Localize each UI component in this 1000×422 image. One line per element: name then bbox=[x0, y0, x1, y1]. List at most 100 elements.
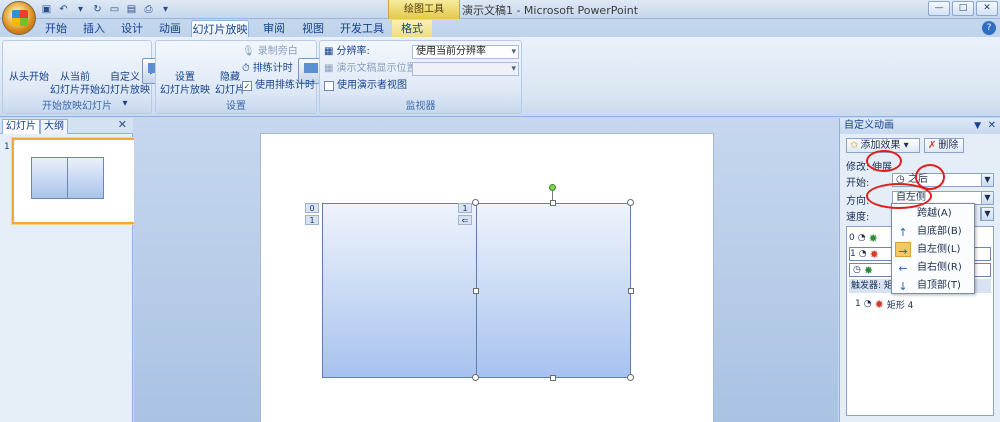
rotation-handle[interactable] bbox=[549, 184, 556, 191]
show-on-select[interactable] bbox=[412, 62, 519, 76]
chevron-down-icon: ▼ bbox=[981, 208, 993, 220]
rectangle-right[interactable] bbox=[476, 203, 631, 378]
menu-item-label: 自顶部(T) bbox=[917, 280, 961, 291]
use-timings-label: 使用排练计时 bbox=[255, 80, 315, 91]
star-icon: ✩ bbox=[850, 140, 859, 151]
slides-panel-tabs: 幻灯片 大纲 ✕ bbox=[0, 118, 133, 134]
maximize-icon[interactable]: □ bbox=[952, 1, 974, 16]
menu-item-label: 自右侧(R) bbox=[917, 262, 962, 273]
show-on-label: 演示文稿显示位置: bbox=[336, 63, 420, 74]
speed-label: 速度: bbox=[846, 212, 870, 223]
speed-select[interactable]: ▼ bbox=[980, 207, 994, 221]
tab-animations[interactable]: 动画 bbox=[154, 20, 186, 37]
menu-item-from-left[interactable]: → 自左侧(L) bbox=[892, 241, 974, 258]
menu-item-label: 自底部(B) bbox=[917, 226, 962, 237]
handle-bottom-left[interactable] bbox=[472, 374, 479, 381]
mouse-icon: ◔ bbox=[858, 249, 867, 259]
entrance-star-icon: ✸ bbox=[868, 231, 878, 245]
trigger-item-name: 矩形 4 bbox=[886, 300, 914, 311]
tab-developer[interactable]: 开发工具 bbox=[336, 20, 388, 37]
tab-slides[interactable]: 幻灯片 bbox=[2, 119, 40, 134]
menu-item-from-right[interactable]: ← 自右侧(R) bbox=[892, 259, 974, 276]
list-item[interactable]: 0 ◔ ✸ bbox=[849, 231, 878, 245]
menu-item-label: 跨越(A) bbox=[917, 208, 952, 219]
resolution-label-row: ▦ 分辨率: bbox=[324, 45, 370, 59]
direction-dropdown-menu: 跨越(A) ↑ 自底部(B) → 自左侧(L) ← 自右侧(R) ↓ 自顶部(T… bbox=[891, 203, 975, 294]
delete-icon: ✗ bbox=[928, 140, 937, 151]
presenter-view-label: 使用演示者视图 bbox=[337, 80, 407, 91]
slide-editor: 0 1 1 ⇐ bbox=[134, 118, 838, 422]
help-icon[interactable]: ? bbox=[982, 21, 996, 35]
pane-close-icon[interactable]: ✕ bbox=[988, 118, 996, 134]
office-button[interactable] bbox=[2, 1, 36, 35]
arrow-up-icon: ↑ bbox=[898, 226, 908, 239]
presenter-view-checkbox[interactable]: 使用演示者视图 bbox=[324, 79, 407, 93]
trigger-icon: ⇐ bbox=[458, 215, 472, 225]
monitor-icon: ▦ bbox=[324, 46, 334, 57]
handle-bottom[interactable] bbox=[550, 375, 556, 381]
show-on-label-row: ▦ 演示文稿显示位置: bbox=[324, 62, 420, 76]
from-beginning-button[interactable]: 从头开始 bbox=[5, 43, 168, 84]
pane-title-bar: 自定义动画 ▼ ✕ bbox=[840, 118, 1000, 134]
animation-tag-0: 0 bbox=[305, 203, 319, 213]
handle-top-right[interactable] bbox=[627, 199, 634, 206]
pane-menu-icon[interactable]: ▼ bbox=[974, 118, 981, 134]
close-panel-icon[interactable]: ✕ bbox=[118, 118, 127, 131]
unchecked-box-icon bbox=[324, 81, 334, 91]
handle-right[interactable] bbox=[628, 288, 634, 294]
record-narration-button[interactable]: 🎙 录制旁白 bbox=[242, 45, 298, 59]
tab-design[interactable]: 设计 bbox=[116, 20, 148, 37]
entrance-star-icon: ✸ bbox=[863, 263, 874, 277]
rectangle-left[interactable] bbox=[322, 203, 477, 378]
tab-format[interactable]: 格式 bbox=[392, 20, 432, 37]
tab-slide-show[interactable]: 幻灯片放映 bbox=[191, 20, 249, 37]
menu-item-from-top[interactable]: ↓ 自顶部(T) bbox=[892, 277, 974, 294]
from-current-label-1: 从当前 bbox=[60, 72, 90, 83]
chevron-down-icon: ▼ bbox=[981, 192, 993, 204]
slide-canvas: 0 1 1 ⇐ bbox=[260, 133, 714, 422]
trigger-list-item[interactable]: 1 ◔ ✸ 矩形 4 bbox=[855, 297, 913, 311]
clock-small-icon: ◷ bbox=[853, 265, 861, 275]
slide-thumbnail[interactable] bbox=[12, 138, 136, 224]
setup-label-1: 设置 bbox=[175, 72, 195, 83]
mouse-icon: ◔ bbox=[857, 233, 866, 243]
menu-item-label: 自左侧(L) bbox=[917, 244, 961, 255]
annotation-circle-modify bbox=[866, 150, 902, 172]
from-current-button[interactable]: 从当前 幻灯片开始 bbox=[49, 43, 214, 97]
tab-home[interactable]: 开始 bbox=[40, 20, 72, 37]
handle-top[interactable] bbox=[550, 200, 556, 206]
use-timings-checkbox[interactable]: ✓ 使用排练计时 bbox=[242, 79, 315, 93]
tab-view[interactable]: 视图 bbox=[297, 20, 329, 37]
tab-outline[interactable]: 大纲 bbox=[40, 119, 68, 134]
resolution-select[interactable]: 使用当前分辨率 bbox=[412, 45, 519, 59]
checkmark-icon: ✓ bbox=[242, 81, 252, 91]
minimize-icon[interactable]: — bbox=[928, 1, 950, 16]
handle-left[interactable] bbox=[473, 288, 479, 294]
trigger-item-num: 1 bbox=[855, 299, 861, 309]
handle-top-left[interactable] bbox=[472, 199, 479, 206]
menu-item-from-bottom[interactable]: ↑ 自底部(B) bbox=[892, 223, 974, 240]
rehearse-timings-button[interactable]: ⏱ 排练计时 bbox=[242, 62, 293, 76]
setup-slideshow-button[interactable]: 设置 幻灯片放映 bbox=[158, 43, 324, 97]
office-logo-icon bbox=[12, 10, 28, 26]
start-label: 开始: bbox=[846, 178, 870, 189]
group-setup: 设置 幻灯片放映 隐藏 幻灯片 🎙 录制旁白 ⏱ 排练计时 ✓ 使用排练计时 设置 bbox=[155, 40, 369, 114]
slide-number: 1 bbox=[4, 142, 10, 152]
window-controls: — □ ✕ bbox=[928, 1, 998, 16]
record-label: 录制旁白 bbox=[257, 46, 298, 57]
tab-review[interactable]: 审阅 bbox=[258, 20, 290, 37]
close-icon[interactable]: ✕ bbox=[976, 1, 998, 16]
pane-title: 自定义动画 bbox=[844, 120, 894, 131]
from-current-label-2: 幻灯片开始 bbox=[50, 85, 100, 96]
animation-tag-1: 1 bbox=[305, 215, 319, 225]
arrow-left-icon: ← bbox=[898, 262, 908, 275]
ribbon-tabs: 开始 插入 设计 动画 幻灯片放映 审阅 视图 开发工具 格式 bbox=[0, 19, 1000, 37]
handle-bottom-right[interactable] bbox=[627, 374, 634, 381]
delete-button[interactable]: ✗ 删除 bbox=[924, 138, 964, 153]
thumb-rect-left bbox=[31, 157, 68, 199]
tab-insert[interactable]: 插入 bbox=[78, 20, 110, 37]
mouse-icon: ◔ bbox=[863, 299, 872, 309]
group-label-setup: 设置 bbox=[226, 101, 246, 112]
ribbon: 从头开始 从当前 幻灯片开始 自定义 幻灯片放映 ▾ 开始放映幻灯片 设置 幻灯… bbox=[0, 37, 1000, 117]
animation-tag-2: 1 bbox=[458, 203, 472, 213]
